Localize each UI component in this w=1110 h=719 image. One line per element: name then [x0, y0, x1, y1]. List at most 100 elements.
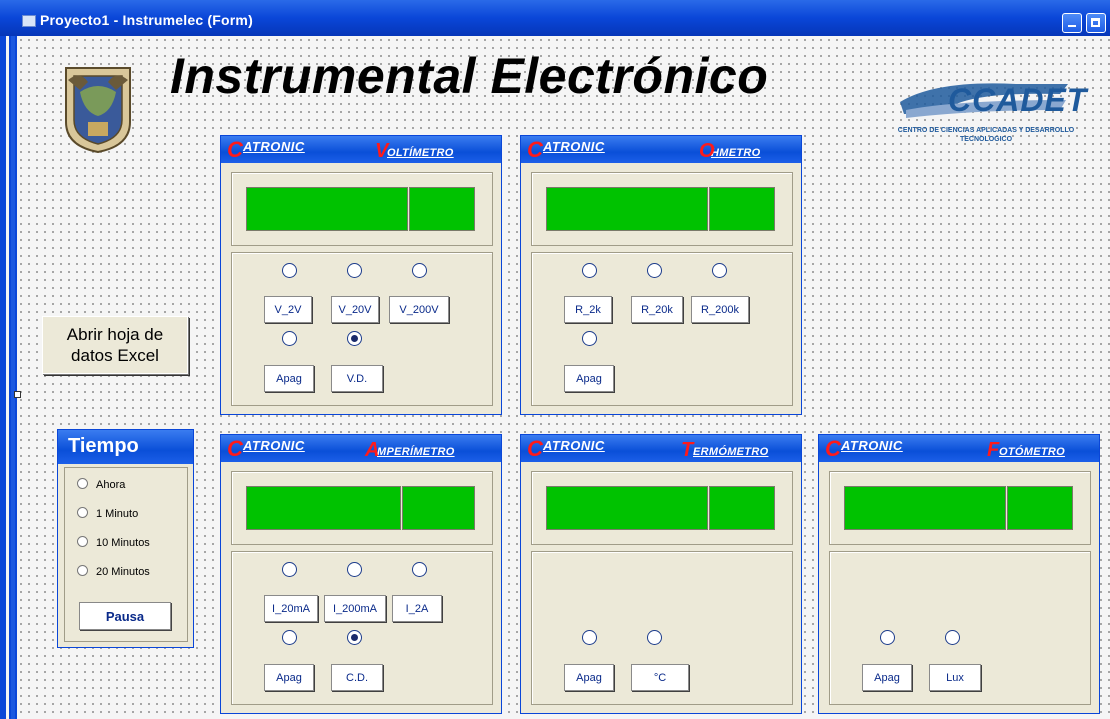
termometro-controls: Apag °C	[531, 551, 793, 705]
pausa-button[interactable]: Pausa	[79, 602, 171, 630]
v-20v-button[interactable]: V_20V	[331, 296, 379, 323]
amperimetro-title: A MPERÍMETRO	[365, 439, 455, 461]
ohmetro-controls: R_2k R_20k R_200k Apag	[531, 252, 793, 406]
resize-handle[interactable]	[14, 391, 21, 398]
voltimetro-header: C ATRONIC V OLTÍMETRO	[221, 136, 501, 163]
amperimetro-display-frame	[231, 471, 493, 545]
cd-button[interactable]: C.D.	[331, 664, 383, 691]
voltimetro-display-frame	[231, 172, 493, 246]
celsius-button[interactable]: °C	[631, 664, 689, 691]
catronic-brand: C ATRONIC	[227, 137, 305, 162]
tiempo-option-1-minuto[interactable]: 1 Minuto	[77, 507, 138, 520]
i-200ma-button[interactable]: I_200mA	[324, 595, 386, 622]
tiempo-option-label: Ahora	[96, 479, 126, 491]
radio-i-20ma[interactable]	[282, 562, 297, 577]
radio-cd-selected[interactable]	[347, 630, 362, 645]
maximize-button[interactable]	[1086, 13, 1106, 33]
r-20k-button[interactable]: R_20k	[631, 296, 683, 323]
app-title: Instrumental Electrónico	[170, 48, 769, 104]
ohmetro-panel: C ATRONIC O HMETRO R_2k R_20k R_200k Apag	[520, 135, 802, 415]
radio-v-20v[interactable]	[347, 263, 362, 278]
radio-i-2a[interactable]	[412, 562, 427, 577]
radio-icon	[77, 536, 88, 547]
catronic-brand: C ATRONIC	[527, 436, 605, 461]
radio-r-20k[interactable]	[647, 263, 662, 278]
radio-apag[interactable]	[282, 630, 297, 645]
radio-apag[interactable]	[282, 331, 297, 346]
radio-icon	[77, 507, 88, 518]
fotometro-panel: C ATRONIC F OTÓMETRO Apag Lux	[818, 434, 1100, 714]
lux-button[interactable]: Lux	[929, 664, 981, 691]
window-left-border	[0, 36, 17, 719]
radio-v-2v[interactable]	[282, 263, 297, 278]
radio-r-2k[interactable]	[582, 263, 597, 278]
tiempo-option-20-minutos[interactable]: 20 Minutos	[77, 565, 150, 578]
tiempo-panel: Tiempo Ahora 1 Minuto 10 Minutos 20 Minu…	[57, 429, 194, 648]
ohmetro-display-main	[546, 187, 708, 231]
apag-button[interactable]: Apag	[564, 365, 614, 392]
fotometro-display-unit	[1007, 486, 1073, 530]
v-200v-button[interactable]: V_200V	[389, 296, 449, 323]
r-2k-button[interactable]: R_2k	[564, 296, 612, 323]
r-200k-button[interactable]: R_200k	[691, 296, 749, 323]
amperimetro-header: C ATRONIC A MPERÍMETRO	[221, 435, 501, 462]
ccadet-wordmark: CCADET	[948, 82, 1088, 118]
termometro-display-main	[546, 486, 708, 530]
unam-logo	[65, 67, 131, 154]
tiempo-option-10-minutos[interactable]: 10 Minutos	[77, 536, 150, 549]
radio-i-200ma[interactable]	[347, 562, 362, 577]
termometro-header: C ATRONIC T ERMÓMETRO	[521, 435, 801, 462]
radio-apag[interactable]	[582, 331, 597, 346]
catronic-brand: C ATRONIC	[825, 436, 903, 461]
ohmetro-display-unit	[709, 187, 775, 231]
open-excel-button[interactable]: Abrir hoja de datos Excel	[42, 316, 188, 374]
radio-lux[interactable]	[945, 630, 960, 645]
tiempo-option-label: 20 Minutos	[96, 566, 150, 578]
radio-icon	[77, 565, 88, 576]
radio-vd-selected[interactable]	[347, 331, 362, 346]
i-2a-button[interactable]: I_2A	[392, 595, 442, 622]
ohmetro-header: C ATRONIC O HMETRO	[521, 136, 801, 163]
catronic-brand: C ATRONIC	[227, 436, 305, 461]
apag-button[interactable]: Apag	[564, 664, 614, 691]
tiempo-options-frame: Ahora 1 Minuto 10 Minutos 20 Minutos Pau…	[64, 467, 188, 642]
voltimetro-display-main	[246, 187, 408, 231]
window-title: Proyecto1 - Instrumelec (Form)	[40, 12, 253, 28]
voltimetro-controls: V_2V V_20V V_200V Apag V.D.	[231, 252, 493, 406]
vd-button[interactable]: V.D.	[331, 365, 383, 392]
window-titlebar[interactable]: Proyecto1 - Instrumelec (Form)	[0, 0, 1110, 36]
apag-button[interactable]: Apag	[264, 365, 314, 392]
radio-apag[interactable]	[880, 630, 895, 645]
fotometro-display-main	[844, 486, 1006, 530]
ccadet-description: CENTRO DE CIENCIAS APLICADAS Y DESARROLL…	[897, 127, 1075, 143]
ohmetro-display-frame	[531, 172, 793, 246]
fotometro-controls: Apag Lux	[829, 551, 1091, 705]
radio-celsius[interactable]	[647, 630, 662, 645]
radio-v-200v[interactable]	[412, 263, 427, 278]
open-excel-label-line2: datos Excel	[71, 346, 159, 365]
termometro-display-unit	[709, 486, 775, 530]
amperimetro-panel: C ATRONIC A MPERÍMETRO I_20mA I_200mA I_2A…	[220, 434, 502, 714]
amperimetro-display-unit	[402, 486, 475, 530]
radio-apag[interactable]	[582, 630, 597, 645]
fotometro-header: C ATRONIC F OTÓMETRO	[819, 435, 1099, 462]
open-excel-label-line1: Abrir hoja de	[66, 325, 164, 344]
voltimetro-title: V OLTÍMETRO	[375, 140, 454, 162]
ccadet-logo: CCADET CENTRO DE CIENCIAS APLICADAS Y DE…	[896, 74, 1087, 154]
tiempo-option-label: 10 Minutos	[96, 537, 150, 549]
amperimetro-controls: I_20mA I_200mA I_2A Apag C.D.	[231, 551, 493, 705]
ohmetro-title: O HMETRO	[699, 140, 761, 162]
tiempo-option-label: 1 Minuto	[96, 508, 139, 520]
catronic-brand: C ATRONIC	[527, 137, 605, 162]
i-20ma-button[interactable]: I_20mA	[264, 595, 318, 622]
amperimetro-display-main	[246, 486, 401, 530]
apag-button[interactable]: Apag	[862, 664, 912, 691]
v-2v-button[interactable]: V_2V	[264, 296, 312, 323]
tiempo-option-ahora[interactable]: Ahora	[77, 478, 125, 491]
tiempo-title: Tiempo	[68, 435, 139, 457]
radio-r-200k[interactable]	[712, 263, 727, 278]
form-icon	[22, 15, 36, 27]
termometro-title: T ERMÓMETRO	[681, 439, 769, 461]
apag-button[interactable]: Apag	[264, 664, 314, 691]
minimize-button[interactable]	[1062, 13, 1082, 33]
